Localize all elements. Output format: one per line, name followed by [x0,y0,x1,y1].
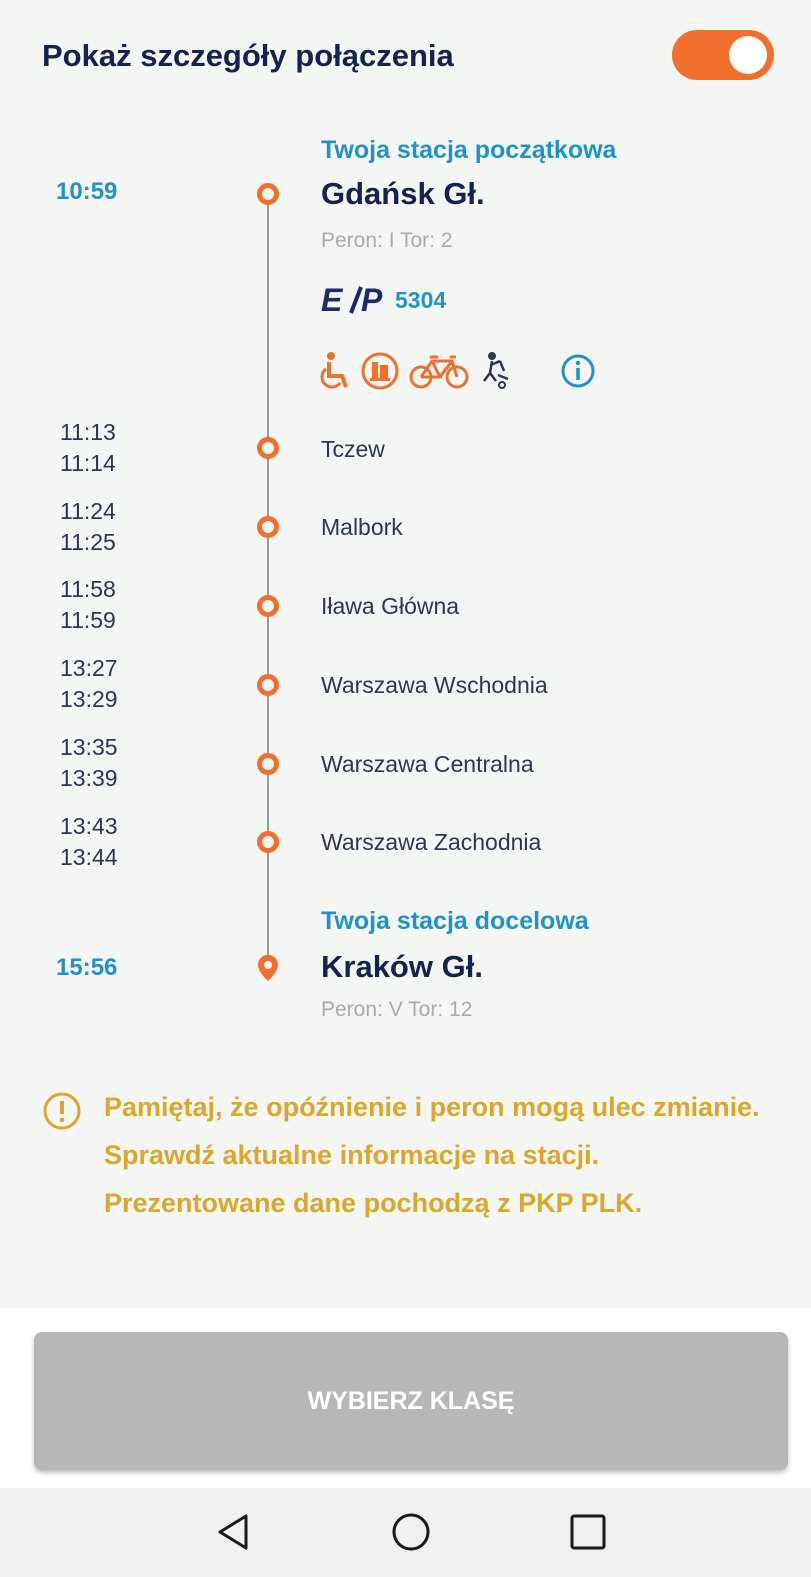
destination-time: 15:56 [56,954,118,981]
arrival-time: 13:43 [60,813,118,839]
details-toggle[interactable] [672,30,774,80]
stop-marker [257,674,279,696]
stop-times: 13:35 13:39 [60,732,118,794]
back-icon[interactable] [210,1508,258,1556]
destination-label: Twoja stacja docelowa [321,907,589,935]
eip-logo-icon: E P [321,283,383,317]
svg-text:P: P [361,283,383,317]
home-icon[interactable] [387,1508,435,1556]
train-info: E P 5304 [321,280,446,320]
stop-name: Warszawa Wschodnia [321,672,548,698]
stop-name: Warszawa Centralna [321,751,534,777]
header-title: Pokaż szczegóły połączenia [42,38,454,73]
origin-time: 10:59 [56,178,118,205]
toggle-knob [729,36,767,74]
child-stroller-icon[interactable] [478,351,512,396]
destination-pin-icon [258,955,278,981]
recents-icon[interactable] [564,1508,612,1556]
departure-time: 11:14 [60,450,116,476]
info-icon[interactable] [560,353,596,394]
departure-time: 13:44 [60,844,118,870]
arrival-time: 13:35 [60,734,118,760]
system-nav-bar [0,1488,811,1577]
stop-times: 13:27 13:29 [60,653,118,715]
departure-time: 13:29 [60,686,118,712]
arrival-time: 11:24 [60,498,116,524]
stop-name: Tczew [321,436,385,462]
origin-stop-marker [257,183,279,205]
stop-marker [257,831,279,853]
departure-time: 11:59 [60,607,116,633]
bicycle-icon[interactable] [408,351,470,396]
train-number: 5304 [395,286,447,313]
arrival-time: 11:58 [60,576,116,602]
wheelchair-lift-icon[interactable] [360,351,400,396]
departure-time: 11:25 [60,529,116,555]
origin-label: Twoja stacja początkowa [321,136,617,164]
arrival-time: 13:27 [60,655,118,681]
stop-times: 13:43 13:44 [60,811,118,873]
stop-marker [257,516,279,538]
arrival-time: 11:13 [60,419,116,445]
destination-platform: Peron: V Tor: 12 [321,998,473,1021]
destination-station: Kraków Gł. [321,949,483,984]
amenities-row [318,350,604,396]
stop-name: Warszawa Zachodnia [321,829,542,855]
stop-times: 11:58 11:59 [60,574,116,636]
origin-platform: Peron: I Tor: 2 [321,229,453,252]
stop-name: Malbork [321,514,403,540]
stop-marker [257,753,279,775]
stop-marker [257,437,279,459]
notice-text: Pamiętaj, że opóźnienie i peron mogą ule… [104,1092,760,1218]
origin-station: Gdańsk Gł. [321,176,485,211]
wheelchair-icon[interactable] [318,351,352,396]
departure-time: 13:39 [60,765,118,791]
stop-name: Iława Główna [321,593,460,619]
warning-icon [43,1092,81,1130]
stop-marker [257,595,279,617]
connection-details-header: Pokaż szczegóły połączenia [42,30,782,90]
select-class-button[interactable]: WYBIERZ KLASĘ [34,1332,788,1470]
svg-text:E: E [321,283,344,317]
footer: WYBIERZ KLASĘ [0,1308,811,1488]
stop-times: 11:24 11:25 [60,496,116,558]
stop-times: 11:13 11:14 [60,417,116,479]
